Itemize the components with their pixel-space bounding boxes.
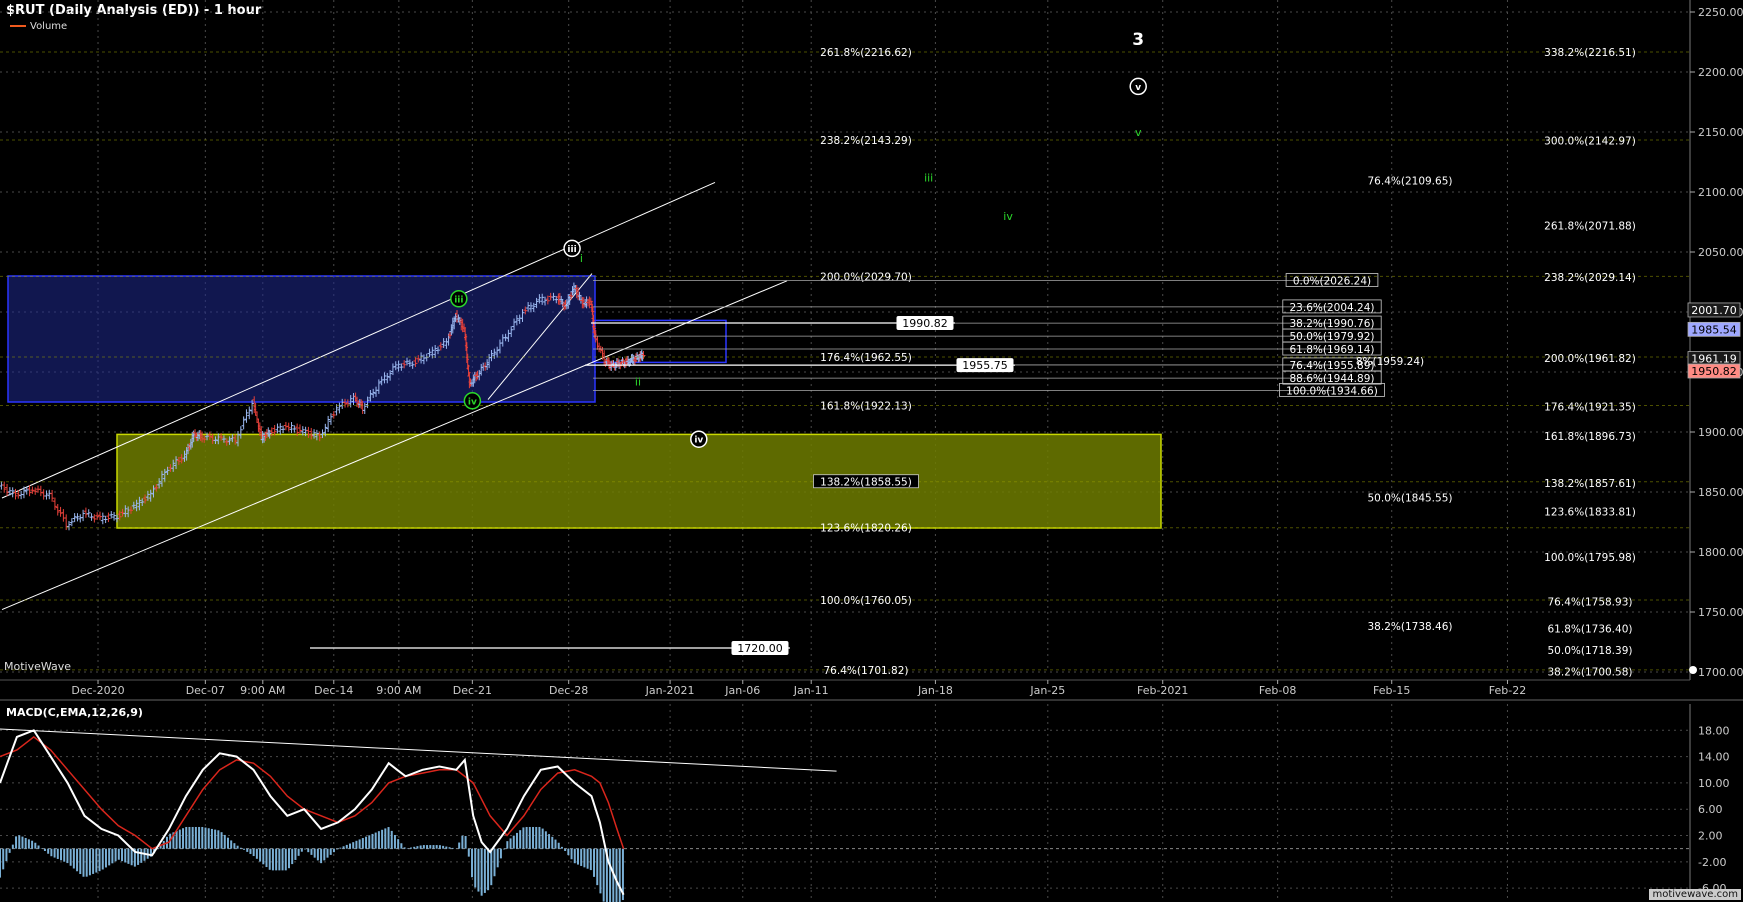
time-tick-label: Jan-18: [917, 684, 953, 697]
fib-label: 38.2%(1700.58): [1548, 666, 1633, 678]
yellow-target-box: [116, 433, 1162, 529]
small-blue-box: [592, 319, 727, 364]
fib-label: 200.0%(1961.82): [1544, 353, 1636, 365]
wave-label: 3: [1132, 30, 1144, 50]
macd-tick-label: 14.00: [1698, 751, 1730, 764]
price-chart[interactable]: 261.8%(2216.62) 238.2%(2143.29) 200.0%(202…: [0, 0, 1743, 902]
fib-label: 123.6%(1820.26): [820, 523, 912, 535]
fib-label: 238.2%(2143.29): [820, 135, 912, 147]
price-tick-label: 2250.00: [1698, 6, 1743, 19]
price-tick-label: 1850.00: [1698, 486, 1743, 499]
macd-tick-label: 18.00: [1698, 724, 1730, 737]
fib-label: 76.4%(1758.93): [1548, 596, 1633, 608]
time-tick-label: Feb-2021: [1137, 684, 1188, 697]
fib-label: 50.0%(1979.92): [1290, 331, 1375, 343]
price-tag: 1985.54: [1691, 323, 1737, 336]
time-tick-label: Dec-07: [186, 684, 225, 697]
blue-target-box: [7, 275, 596, 403]
wave-label: iii: [454, 295, 463, 305]
fib-label: 38.2%(1990.76): [1290, 318, 1375, 330]
macd-tick-label: 2.00: [1698, 830, 1723, 843]
time-tick-label: Dec-2020: [71, 684, 124, 697]
time-tick-label: Feb-15: [1373, 684, 1410, 697]
fib-label: 76.4%(2109.65): [1368, 175, 1453, 187]
price-tick-label: 2200.00: [1698, 66, 1743, 79]
fib-label: 138.2%(1857.61): [1544, 478, 1636, 490]
fib-label: 0.0%(2026.24): [1293, 276, 1371, 288]
price-tick-label: 2100.00: [1698, 186, 1743, 199]
watermark: MotiveWave: [4, 660, 72, 673]
wave-label: v: [1135, 83, 1141, 93]
fib-label: 50.0%(1845.55): [1368, 492, 1453, 504]
time-tick-label: Feb-22: [1489, 684, 1526, 697]
fib-label: 8%(1959.24): [1356, 356, 1424, 368]
price-tick-label: 1900.00: [1698, 426, 1743, 439]
time-tick-label: Dec-14: [314, 684, 353, 697]
time-tick-label: Jan-11: [793, 684, 829, 697]
fib-label: 100.0%(1760.05): [820, 595, 912, 607]
fib-label: 100.0%(1934.66): [1286, 385, 1378, 397]
time-tick-label: Jan-06: [724, 684, 760, 697]
fib-label: 176.4%(1962.55): [820, 352, 912, 364]
fib-label: 338.2%(2216.51): [1544, 47, 1636, 59]
price-line-tag-label: 1990.82: [902, 317, 948, 330]
fib-label: 161.8%(1922.13): [820, 400, 912, 412]
fib-label: 50.0%(1718.39): [1548, 645, 1633, 657]
price-line-tag-label: 1955.75: [962, 359, 1008, 372]
fib-label: 238.2%(2029.14): [1544, 272, 1636, 284]
wave-label: iv: [468, 397, 477, 407]
macd-tick-label: 6.00: [1698, 803, 1723, 816]
fib-label: 123.6%(1833.81): [1544, 506, 1636, 518]
wave-label: iii: [924, 172, 933, 185]
macd-tick-label: -2.00: [1698, 856, 1726, 869]
time-tick-label: Feb-08: [1259, 684, 1296, 697]
fib-label: 261.8%(2216.62): [820, 47, 912, 59]
fib-label: 100.0%(1795.98): [1544, 552, 1636, 564]
price-line-tag-label: 1720.00: [737, 642, 783, 655]
wave-label: iv: [694, 436, 703, 446]
price-tick-label: 1750.00: [1698, 606, 1743, 619]
fib-label: 176.4%(1921.35): [1544, 401, 1636, 413]
fib-label: 61.8%(1736.40): [1548, 623, 1633, 635]
fib-label: 23.6%(2004.24): [1290, 302, 1375, 314]
price-tag: 2001.70: [1691, 304, 1737, 317]
price-tick-label: 1700.00: [1698, 666, 1743, 679]
fib-label: 76.4%(1701.82): [824, 665, 909, 677]
wave-label: iv: [1003, 210, 1013, 223]
wave-label: i: [580, 252, 583, 265]
fib-label: 161.8%(1896.73): [1544, 431, 1636, 443]
price-tick-label: 2050.00: [1698, 246, 1743, 259]
price-tag: 1950.82: [1691, 365, 1737, 378]
time-tick-label: Jan-25: [1029, 684, 1065, 697]
fib-label: 261.8%(2071.88): [1544, 221, 1636, 233]
fib-label: 61.8%(1969.14): [1290, 344, 1375, 356]
time-tick-label: Jan-2021: [645, 684, 695, 697]
price-tick-label: 1800.00: [1698, 546, 1743, 559]
wave-label: v: [1135, 126, 1142, 139]
axis-marker-icon: [1689, 666, 1697, 674]
macd-trend-line: [0, 728, 837, 772]
time-tick-label: Dec-28: [549, 684, 588, 697]
fib-label: 200.0%(2029.70): [820, 271, 912, 283]
fib-label: 138.2%(1858.55): [820, 477, 912, 489]
fib-label: 38.2%(1738.46): [1368, 621, 1453, 633]
wave-label: iii: [567, 245, 576, 255]
macd-title: MACD(C,EMA,12,26,9): [6, 706, 143, 719]
wave-label: ii: [635, 376, 641, 389]
time-tick-label: 9:00 AM: [240, 684, 285, 697]
motivewave-logo: motivewave.com: [1649, 889, 1741, 900]
fib-label: 300.0%(2142.97): [1544, 135, 1636, 147]
price-tick-label: 2150.00: [1698, 126, 1743, 139]
time-tick-label: Dec-21: [453, 684, 492, 697]
macd-tick-label: 10.00: [1698, 777, 1730, 790]
time-tick-label: 9:00 AM: [376, 684, 421, 697]
